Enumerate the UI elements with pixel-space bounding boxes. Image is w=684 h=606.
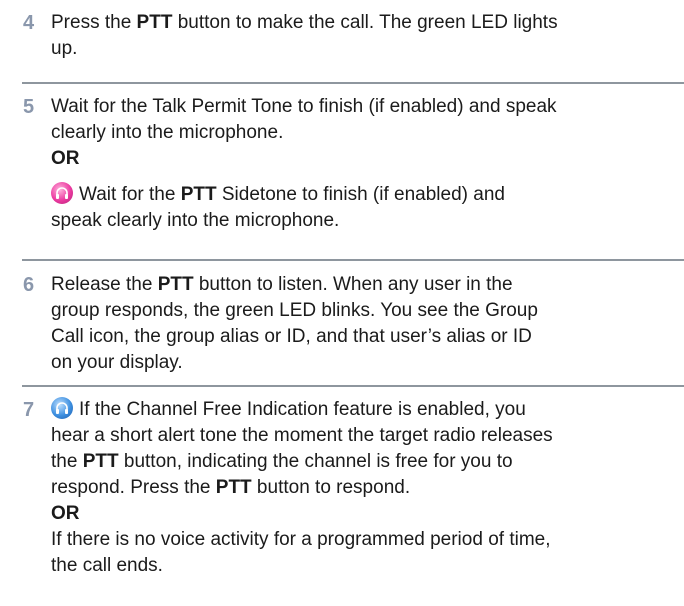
ptt-label: PTT: [180, 184, 217, 205]
text: button, indicating the channel is free f…: [118, 451, 513, 472]
divider: [22, 82, 684, 84]
text: the: [51, 451, 83, 472]
text: Release the: [51, 274, 158, 295]
text: Sidetone to finish (if enabled) and: [216, 184, 505, 205]
step-number: 4: [23, 12, 35, 34]
step-4-line-2: up.: [51, 38, 78, 59]
step-text: Wait for the Talk Permit Tone to finish …: [51, 94, 683, 234]
step-7-line-2: hear a short alert tone the moment the t…: [51, 425, 553, 446]
step-text: Press the PTT button to make the call. T…: [51, 10, 683, 62]
step-7-line-4: respond. Press the PTT button to respond…: [51, 475, 683, 501]
step-text: If the Channel Free Indication feature i…: [51, 397, 683, 579]
channel-free-icon: [51, 397, 73, 419]
step-5-alt-line-2: speak clearly into the microphone.: [51, 210, 340, 231]
ptt-label: PTT: [136, 12, 173, 33]
or-label: OR: [51, 148, 80, 169]
step-6-line-1: Release the PTT button to listen. When a…: [51, 272, 683, 298]
ptt-label: PTT: [82, 451, 119, 472]
step-7-line-1: If the Channel Free Indication feature i…: [51, 397, 683, 423]
text: button to respond.: [251, 477, 411, 498]
ptt-label: PTT: [215, 477, 252, 498]
step-5-alt-line-1: Wait for the PTT Sidetone to finish (if …: [51, 182, 683, 208]
step-6-line-3: Call icon, the group alias or ID, and th…: [51, 326, 532, 347]
step-6-line-2: group responds, the green LED blinks. Yo…: [51, 300, 538, 321]
step-5-line-2: clearly into the microphone.: [51, 122, 284, 143]
text: button to listen. When any user in the: [193, 274, 513, 295]
text: Wait for the: [79, 184, 181, 205]
step-7-line-3: the PTT button, indicating the channel i…: [51, 449, 683, 475]
step-number: 7: [23, 399, 35, 421]
text: Press the: [51, 12, 137, 33]
document-page: 4 Press the PTT button to make the call.…: [0, 0, 684, 606]
text: If the Channel Free Indication feature i…: [79, 399, 526, 420]
step-number: 5: [23, 96, 35, 118]
step-text: Release the PTT button to listen. When a…: [51, 272, 683, 376]
sidetone-icon: [51, 182, 73, 204]
step-number: 6: [23, 274, 35, 296]
divider: [22, 385, 684, 387]
step-5-line-1: Wait for the Talk Permit Tone to finish …: [51, 96, 557, 117]
step-7-line-6: the call ends.: [51, 555, 163, 576]
divider: [22, 259, 684, 261]
ptt-label: PTT: [157, 274, 194, 295]
text: button to make the call. The green LED l…: [172, 12, 558, 33]
step-7-line-5: If there is no voice activity for a prog…: [51, 529, 551, 550]
step-4-line-1: Press the PTT button to make the call. T…: [51, 10, 683, 36]
step-6-line-4: on your display.: [51, 352, 183, 373]
or-label: OR: [51, 503, 80, 524]
text: respond. Press the: [51, 477, 216, 498]
